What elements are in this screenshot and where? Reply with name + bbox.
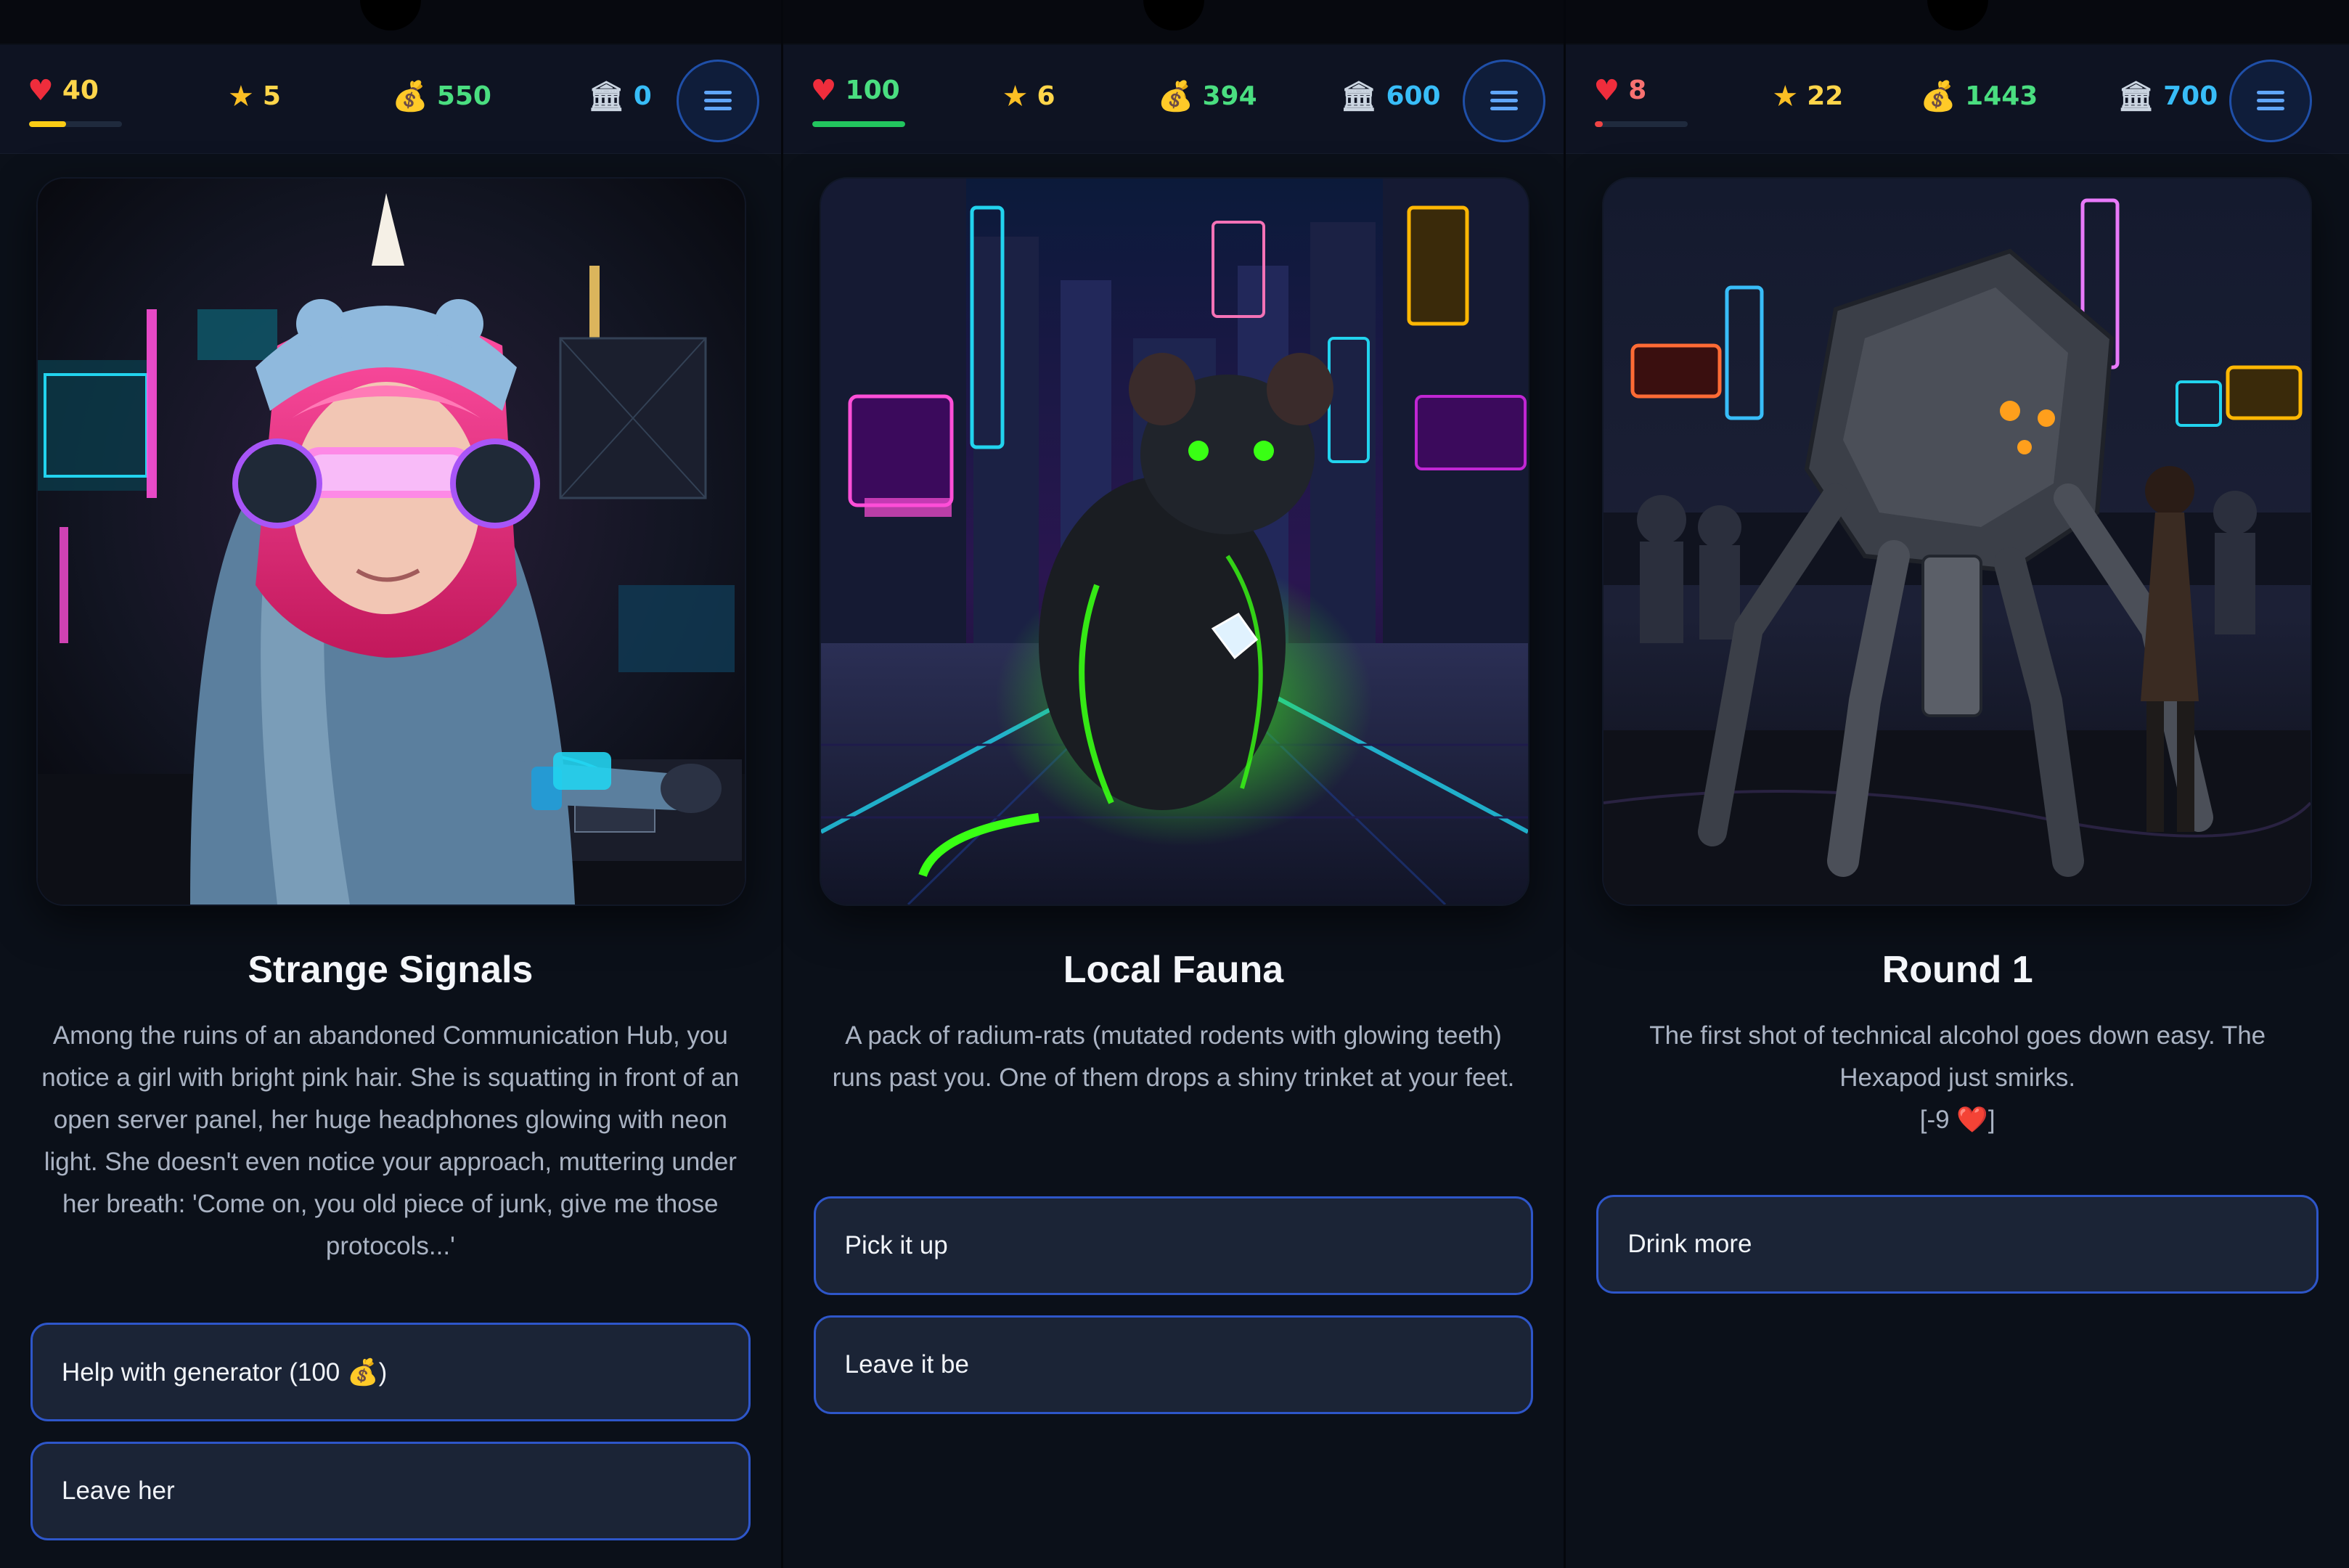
bank-value: 700: [2163, 81, 2218, 111]
money-stat: 💰 394: [1158, 81, 1257, 111]
stars-stat: ★ 22: [1772, 81, 1843, 111]
scene-description-text: The first shot of technical alcohol goes…: [1649, 1021, 2266, 1092]
effect-text: [-9 ❤️]: [1919, 1106, 1995, 1134]
health-bar: [1595, 121, 1688, 127]
bank-value: 600: [1386, 81, 1441, 111]
choice-drink-more-button[interactable]: Drink more: [1596, 1195, 2319, 1294]
bank-stat: 🏛 700: [2117, 81, 2218, 111]
health-bar: [29, 121, 122, 127]
stats-bar: ♥ 100 ★ 6 💰 394 🏛 600: [783, 45, 1564, 154]
scene-description: The first shot of technical alcohol goes…: [1605, 1015, 2310, 1141]
money-bag-icon: 💰: [1157, 79, 1194, 113]
bank-value: 0: [633, 81, 652, 111]
menu-icon: [2257, 91, 2285, 111]
game-screens: ♥ 40 ★ 5 💰 550 🏛 0 Strange Signals Among…: [0, 0, 2349, 1568]
menu-button[interactable]: [677, 60, 759, 142]
money-value: 394: [1202, 81, 1257, 111]
health-stat: ♥ 8: [1593, 75, 1646, 105]
money-stat: 💰 550: [392, 81, 491, 111]
bank-icon: 🏛: [1340, 79, 1378, 113]
choice-leave-her-button[interactable]: Leave her: [30, 1442, 751, 1540]
stars-value: 5: [262, 81, 281, 111]
health-stat: ♥ 100: [811, 75, 900, 105]
health-bar-fill: [812, 121, 905, 127]
health-value: 100: [845, 75, 900, 105]
choice-leave-it-be-button[interactable]: Leave it be: [813, 1315, 1534, 1414]
stars-stat: ★ 6: [1002, 81, 1055, 111]
choice-help-generator-button[interactable]: Help with generator (100 💰): [30, 1323, 751, 1421]
hacker-girl-illustration: [38, 179, 745, 905]
health-bar-fill: [29, 121, 67, 127]
menu-button[interactable]: [2229, 60, 2313, 142]
scene-description: A pack of radium-rats (mutated rodents w…: [832, 1021, 1515, 1092]
health-value: 8: [1628, 75, 1647, 105]
scene-title: Local Fauna: [1063, 949, 1284, 991]
health-bar: [812, 121, 905, 127]
game-screen-3: ♥ 8 ★ 22 💰 1443 🏛 700 Round 1 The first …: [1566, 0, 2349, 1568]
hexapod-bar-illustration: [1604, 179, 2311, 905]
scene-image: [820, 179, 1528, 905]
star-icon: ★: [228, 79, 254, 113]
scene-image: [1604, 179, 2311, 905]
scene-title: Strange Signals: [248, 949, 534, 991]
bank-icon: 🏛: [2117, 79, 2155, 113]
money-bag-icon: 💰: [392, 79, 428, 113]
bank-stat: 🏛 600: [1341, 81, 1441, 111]
star-icon: ★: [1772, 79, 1799, 113]
menu-icon: [704, 91, 732, 111]
money-value: 1443: [1965, 81, 2038, 111]
bank-icon: 🏛: [588, 79, 625, 113]
health-stat: ♥ 40: [28, 75, 99, 105]
game-screen-2: ♥ 100 ★ 6 💰 394 🏛 600 Local Fauna A pack…: [783, 0, 1566, 1568]
heart-icon: ♥: [1593, 73, 1620, 107]
bank-stat: 🏛 0: [588, 81, 652, 111]
health-bar-fill: [1595, 121, 1603, 127]
choice-pick-it-up-button[interactable]: Pick it up: [813, 1196, 1534, 1295]
game-screen-1: ♥ 40 ★ 5 💰 550 🏛 0 Strange Signals Among…: [0, 0, 783, 1568]
money-value: 550: [436, 81, 491, 111]
stars-value: 6: [1037, 81, 1055, 111]
money-bag-icon: 💰: [1920, 79, 1957, 113]
stats-bar: ♥ 8 ★ 22 💰 1443 🏛 700: [1566, 45, 2349, 154]
heart-icon: ♥: [810, 73, 837, 107]
health-value: 40: [62, 75, 99, 105]
scene-image: [38, 179, 745, 905]
menu-button[interactable]: [1462, 60, 1545, 142]
heart-icon: ♥: [28, 73, 54, 107]
stars-value: 22: [1807, 81, 1844, 111]
radium-rat-illustration: [820, 179, 1528, 905]
scene-title: Round 1: [1882, 949, 2033, 991]
scene-description: Among the ruins of an abandoned Communic…: [41, 1021, 740, 1260]
stars-stat: ★ 5: [228, 81, 281, 111]
star-icon: ★: [1002, 79, 1029, 113]
menu-icon: [1490, 91, 1518, 111]
stats-bar: ♥ 40 ★ 5 💰 550 🏛 0: [0, 45, 781, 154]
money-stat: 💰 1443: [1920, 81, 2038, 111]
